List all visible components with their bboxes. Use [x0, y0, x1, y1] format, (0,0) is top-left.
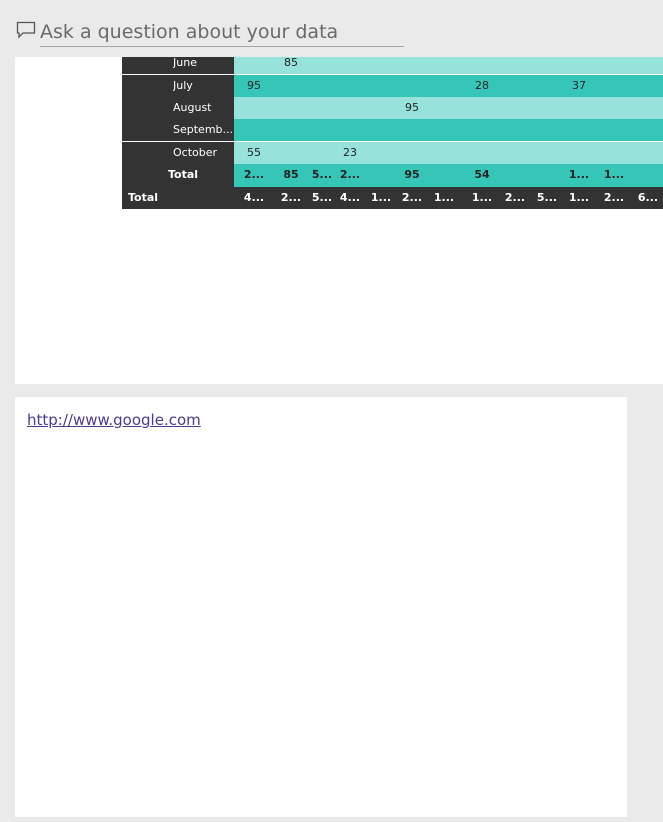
table-cell	[426, 57, 462, 74]
month-row-header: August	[122, 97, 234, 119]
table-cell	[236, 97, 272, 119]
row-header-label: June	[173, 57, 197, 69]
table-cell: 2...	[603, 191, 625, 204]
table-cell	[497, 142, 533, 164]
table-cell: 1...	[568, 191, 590, 204]
table-cell	[529, 119, 565, 141]
table-cell	[426, 142, 462, 164]
table-cell	[426, 164, 462, 187]
table-row: 95 28 37	[234, 75, 663, 97]
table-cell	[596, 119, 632, 141]
matrix-table: June 85 July 95 28 37 August 95 Septemb... Octobe…	[122, 57, 663, 209]
table-cell	[394, 119, 430, 141]
table-cell	[464, 97, 500, 119]
table-cell	[464, 57, 500, 74]
table-cell: 95	[247, 79, 261, 92]
table-cell	[464, 119, 500, 141]
table-cell	[497, 97, 533, 119]
row-header-label: Septemb...	[173, 123, 233, 136]
table-cell	[497, 75, 533, 97]
table-cell	[561, 119, 597, 141]
table-row: 95	[234, 97, 663, 119]
table-cell	[630, 57, 663, 74]
row-header-label: Total	[128, 191, 159, 204]
table-cell: 4...	[243, 191, 265, 204]
table-row: 85	[234, 57, 663, 74]
row-header-label: Total	[168, 168, 199, 181]
table-cell: 2...	[401, 191, 423, 204]
table-cell: 2...	[243, 168, 265, 181]
table-cell	[426, 97, 462, 119]
speech-bubble-icon	[16, 21, 36, 39]
table-cell	[529, 142, 565, 164]
table-row: 55 23	[234, 142, 663, 164]
table-cell	[426, 75, 462, 97]
google-link[interactable]: http://www.google.com	[27, 411, 201, 429]
table-cell	[561, 97, 597, 119]
table-cell	[497, 57, 533, 74]
table-cell	[497, 164, 533, 187]
table-cell: 5...	[536, 191, 558, 204]
table-cell: 37	[572, 79, 586, 92]
table-cell	[394, 57, 430, 74]
table-cell	[236, 57, 272, 74]
qa-input[interactable]	[40, 17, 404, 47]
table-cell	[596, 97, 632, 119]
month-row-header: July	[122, 75, 234, 97]
row-header-label: July	[173, 79, 193, 92]
table-cell	[561, 57, 597, 74]
table-cell	[394, 75, 430, 97]
table-cell: 95	[404, 168, 420, 181]
matrix-tile: June 85 July 95 28 37 August 95 Septemb... Octobe…	[15, 57, 663, 384]
table-row	[234, 119, 663, 141]
table-cell	[596, 57, 632, 74]
table-cell	[630, 97, 663, 119]
table-row: 2... 85 5... 2... 95 54 1... 1...	[234, 164, 663, 187]
table-cell: 1...	[603, 168, 625, 181]
table-cell: 55	[247, 146, 261, 159]
table-cell	[630, 119, 663, 141]
table-cell	[426, 119, 462, 141]
table-cell: 1...	[433, 191, 455, 204]
row-header-label: October	[173, 146, 218, 159]
month-row-header: Septemb...	[122, 119, 234, 141]
table-cell	[561, 142, 597, 164]
table-cell: 1...	[568, 168, 590, 181]
total-row-header: Total	[122, 164, 234, 187]
table-cell	[529, 97, 565, 119]
month-row-header: June	[122, 57, 234, 74]
table-cell	[529, 75, 565, 97]
table-row: 4... 2... 5... 4... 1... 2... 1... 1... 2... 5...…	[234, 187, 663, 209]
table-cell	[394, 142, 430, 164]
table-cell: 54	[474, 168, 490, 181]
table-cell	[630, 164, 663, 187]
table-cell: 95	[405, 101, 419, 114]
table-cell	[630, 75, 663, 97]
table-cell: 1...	[471, 191, 493, 204]
table-cell: 6...	[637, 191, 659, 204]
table-cell	[236, 119, 272, 141]
month-row-header: October	[122, 142, 234, 164]
table-cell: 2...	[504, 191, 526, 204]
link-tile: http://www.google.com	[15, 397, 627, 817]
row-header-label: August	[173, 101, 212, 114]
table-cell	[529, 57, 565, 74]
qa-bar	[0, 0, 663, 56]
table-cell	[497, 119, 533, 141]
table-cell	[630, 142, 663, 164]
table-cell: 28	[475, 79, 489, 92]
table-cell	[464, 142, 500, 164]
table-cell	[596, 142, 632, 164]
grand-total-row-header: Total	[122, 187, 234, 209]
table-cell	[529, 164, 565, 187]
table-cell	[596, 75, 632, 97]
